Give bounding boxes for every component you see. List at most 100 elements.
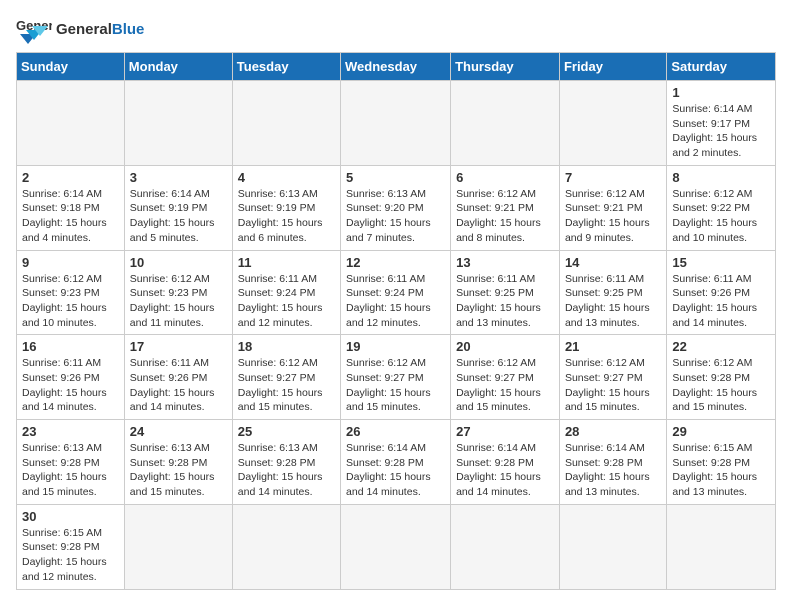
day-number: 2 [22, 170, 119, 185]
day-info: Sunrise: 6:13 AM Sunset: 9:28 PM Dayligh… [130, 441, 227, 500]
calendar-header: SundayMondayTuesdayWednesdayThursdayFrid… [17, 53, 776, 81]
day-number: 12 [346, 255, 445, 270]
day-number: 28 [565, 424, 661, 439]
weekday-header: Wednesday [341, 53, 451, 81]
day-info: Sunrise: 6:13 AM Sunset: 9:20 PM Dayligh… [346, 187, 445, 246]
calendar-cell: 30 Sunrise: 6:15 AM Sunset: 9:28 PM Dayli… [17, 504, 125, 589]
calendar-cell [124, 504, 232, 589]
weekday-header: Tuesday [232, 53, 340, 81]
day-info: Sunrise: 6:12 AM Sunset: 9:27 PM Dayligh… [565, 356, 661, 415]
weekday-header: Sunday [17, 53, 125, 81]
calendar-cell [559, 81, 666, 166]
day-number: 18 [238, 339, 335, 354]
day-info: Sunrise: 6:12 AM Sunset: 9:23 PM Dayligh… [130, 272, 227, 331]
day-info: Sunrise: 6:14 AM Sunset: 9:17 PM Dayligh… [672, 102, 770, 161]
day-number: 27 [456, 424, 554, 439]
day-info: Sunrise: 6:13 AM Sunset: 9:28 PM Dayligh… [22, 441, 119, 500]
day-info: Sunrise: 6:11 AM Sunset: 9:26 PM Dayligh… [22, 356, 119, 415]
day-info: Sunrise: 6:11 AM Sunset: 9:25 PM Dayligh… [565, 272, 661, 331]
day-number: 17 [130, 339, 227, 354]
calendar-cell: 22 Sunrise: 6:12 AM Sunset: 9:28 PM Dayli… [667, 335, 776, 420]
day-info: Sunrise: 6:13 AM Sunset: 9:19 PM Dayligh… [238, 187, 335, 246]
day-info: Sunrise: 6:14 AM Sunset: 9:18 PM Dayligh… [22, 187, 119, 246]
calendar-cell: 18 Sunrise: 6:12 AM Sunset: 9:27 PM Dayli… [232, 335, 340, 420]
day-info: Sunrise: 6:13 AM Sunset: 9:28 PM Dayligh… [238, 441, 335, 500]
day-number: 29 [672, 424, 770, 439]
weekday-header: Saturday [667, 53, 776, 81]
calendar-cell: 5Sunrise: 6:13 AM Sunset: 9:20 PM Daylig… [341, 165, 451, 250]
calendar-cell: 12Sunrise: 6:11 AM Sunset: 9:24 PM Dayli… [341, 250, 451, 335]
day-number: 15 [672, 255, 770, 270]
calendar-cell [451, 81, 560, 166]
day-number: 11 [238, 255, 335, 270]
calendar-cell: 2 Sunrise: 6:14 AM Sunset: 9:18 PM Daylig… [17, 165, 125, 250]
calendar-cell: 13 Sunrise: 6:11 AM Sunset: 9:25 PM Dayli… [451, 250, 560, 335]
day-number: 22 [672, 339, 770, 354]
calendar-cell: 6 Sunrise: 6:12 AM Sunset: 9:21 PM Daylig… [451, 165, 560, 250]
calendar-cell: 14Sunrise: 6:11 AM Sunset: 9:25 PM Dayli… [559, 250, 666, 335]
calendar-cell: 27 Sunrise: 6:14 AM Sunset: 9:28 PM Dayli… [451, 420, 560, 505]
weekday-header: Friday [559, 53, 666, 81]
calendar-cell: 8Sunrise: 6:12 AM Sunset: 9:22 PM Daylig… [667, 165, 776, 250]
calendar-cell [451, 504, 560, 589]
day-number: 25 [238, 424, 335, 439]
day-number: 1 [672, 85, 770, 100]
day-number: 16 [22, 339, 119, 354]
day-info: Sunrise: 6:11 AM Sunset: 9:25 PM Dayligh… [456, 272, 554, 331]
weekday-header: Thursday [451, 53, 560, 81]
day-info: Sunrise: 6:14 AM Sunset: 9:19 PM Dayligh… [130, 187, 227, 246]
calendar-cell: 23 Sunrise: 6:13 AM Sunset: 9:28 PM Dayli… [17, 420, 125, 505]
calendar-cell: 10 Sunrise: 6:12 AM Sunset: 9:23 PM Dayli… [124, 250, 232, 335]
day-number: 20 [456, 339, 554, 354]
day-number: 13 [456, 255, 554, 270]
day-info: Sunrise: 6:15 AM Sunset: 9:28 PM Dayligh… [22, 526, 119, 585]
day-number: 19 [346, 339, 445, 354]
day-info: Sunrise: 6:12 AM Sunset: 9:23 PM Dayligh… [22, 272, 119, 331]
calendar-cell: 17 Sunrise: 6:11 AM Sunset: 9:26 PM Dayli… [124, 335, 232, 420]
day-number: 4 [238, 170, 335, 185]
calendar-cell: 4 Sunrise: 6:13 AM Sunset: 9:19 PM Daylig… [232, 165, 340, 250]
day-info: Sunrise: 6:12 AM Sunset: 9:27 PM Dayligh… [346, 356, 445, 415]
calendar-cell: 25 Sunrise: 6:13 AM Sunset: 9:28 PM Dayli… [232, 420, 340, 505]
logo-icon: General [16, 16, 52, 44]
calendar-body: 1 Sunrise: 6:14 AM Sunset: 9:17 PM Daylig… [17, 81, 776, 590]
calendar-cell [341, 504, 451, 589]
day-number: 30 [22, 509, 119, 524]
day-info: Sunrise: 6:11 AM Sunset: 9:26 PM Dayligh… [130, 356, 227, 415]
day-info: Sunrise: 6:12 AM Sunset: 9:27 PM Dayligh… [238, 356, 335, 415]
calendar-cell: 16 Sunrise: 6:11 AM Sunset: 9:26 PM Dayli… [17, 335, 125, 420]
day-info: Sunrise: 6:12 AM Sunset: 9:28 PM Dayligh… [672, 356, 770, 415]
calendar-cell: 15 Sunrise: 6:11 AM Sunset: 9:26 PM Dayli… [667, 250, 776, 335]
calendar-cell: 11Sunrise: 6:11 AM Sunset: 9:24 PM Dayli… [232, 250, 340, 335]
day-info: Sunrise: 6:11 AM Sunset: 9:26 PM Dayligh… [672, 272, 770, 331]
day-number: 26 [346, 424, 445, 439]
day-info: Sunrise: 6:14 AM Sunset: 9:28 PM Dayligh… [456, 441, 554, 500]
calendar-table: SundayMondayTuesdayWednesdayThursdayFrid… [16, 52, 776, 590]
weekday-header: Monday [124, 53, 232, 81]
calendar-cell: 19 Sunrise: 6:12 AM Sunset: 9:27 PM Dayli… [341, 335, 451, 420]
calendar-cell [124, 81, 232, 166]
day-info: Sunrise: 6:12 AM Sunset: 9:27 PM Dayligh… [456, 356, 554, 415]
logo-text: GeneralBlue [56, 22, 144, 39]
day-number: 6 [456, 170, 554, 185]
calendar-cell: 3Sunrise: 6:14 AM Sunset: 9:19 PM Daylig… [124, 165, 232, 250]
day-info: Sunrise: 6:12 AM Sunset: 9:21 PM Dayligh… [565, 187, 661, 246]
day-info: Sunrise: 6:14 AM Sunset: 9:28 PM Dayligh… [565, 441, 661, 500]
calendar-cell [232, 81, 340, 166]
calendar-cell [232, 504, 340, 589]
calendar-cell: 21 Sunrise: 6:12 AM Sunset: 9:27 PM Dayli… [559, 335, 666, 420]
day-info: Sunrise: 6:12 AM Sunset: 9:21 PM Dayligh… [456, 187, 554, 246]
day-info: Sunrise: 6:15 AM Sunset: 9:28 PM Dayligh… [672, 441, 770, 500]
calendar-cell: 9Sunrise: 6:12 AM Sunset: 9:23 PM Daylig… [17, 250, 125, 335]
page-header: General GeneralBlue [16, 16, 776, 44]
day-number: 23 [22, 424, 119, 439]
day-number: 10 [130, 255, 227, 270]
day-number: 21 [565, 339, 661, 354]
calendar-cell [667, 504, 776, 589]
calendar-cell: 29 Sunrise: 6:15 AM Sunset: 9:28 PM Dayli… [667, 420, 776, 505]
calendar-cell [17, 81, 125, 166]
calendar-cell: 7Sunrise: 6:12 AM Sunset: 9:21 PM Daylig… [559, 165, 666, 250]
calendar-cell: 28 Sunrise: 6:14 AM Sunset: 9:28 PM Dayli… [559, 420, 666, 505]
calendar-cell [341, 81, 451, 166]
calendar-cell: 24Sunrise: 6:13 AM Sunset: 9:28 PM Dayli… [124, 420, 232, 505]
